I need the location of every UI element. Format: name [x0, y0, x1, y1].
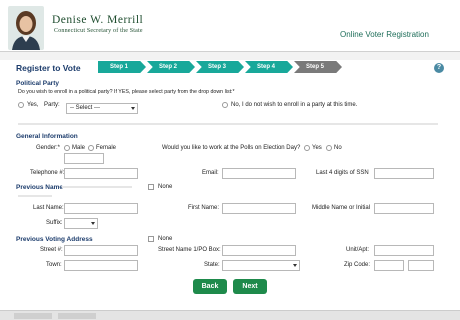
polls-question: Would you like to work at the Polls on E… [162, 145, 301, 151]
street-name-label: Street Name 1/PO Box: [158, 247, 221, 253]
polls-yes-label: Yes [312, 145, 322, 151]
party-no-label: No, I do not wish to enroll in a party a… [231, 102, 358, 108]
general-information-heading: General Information [16, 133, 78, 140]
party-select-value: -- Select --- [70, 105, 100, 111]
first-name-input[interactable] [222, 203, 296, 214]
telephone-label: Telephone #: [30, 170, 65, 176]
state-label: State: [204, 262, 220, 268]
footer-control-1[interactable] [14, 313, 52, 319]
ssn-label: Last 4 digits of SSN [316, 170, 369, 176]
party-yes-label: Yes, [27, 102, 39, 108]
browser-footer [0, 310, 460, 320]
back-button[interactable]: Back [193, 279, 227, 294]
party-label: Party: [44, 102, 60, 108]
zip-label: Zip Code: [344, 262, 371, 268]
official-portrait [8, 6, 44, 50]
email-label: Email: [202, 170, 219, 176]
political-party-heading: Political Party [16, 80, 59, 87]
party-yes-radio[interactable] [18, 102, 24, 108]
state-select[interactable] [222, 260, 300, 271]
chevron-down-icon [293, 264, 297, 267]
faded-hint-line-2 [18, 195, 52, 197]
street-name-input[interactable] [222, 245, 296, 256]
logo-name: Denise W. Merrill [52, 14, 144, 26]
next-button[interactable]: Next [233, 279, 267, 294]
polls-no-radio[interactable] [326, 145, 332, 151]
previous-name-heading: Previous Name [16, 184, 63, 191]
gender-label: Gender:* [36, 145, 61, 151]
street-number-input[interactable] [64, 245, 138, 256]
step-2: Step 2 [147, 61, 195, 73]
unit-label: Unit/Apt: [346, 247, 370, 253]
last-name-label: Last Name: [33, 205, 64, 211]
polls-no-label: No [334, 145, 342, 151]
gender-extra-field[interactable] [64, 153, 104, 164]
previous-address-none-label: None [158, 236, 173, 242]
email-input[interactable] [222, 168, 296, 179]
street-number-label: Street #: [40, 247, 63, 253]
app-title: Online Voter Registration [340, 30, 429, 39]
ssn-input[interactable] [374, 168, 434, 179]
faded-note-line [18, 123, 438, 125]
gender-male-label: Male [72, 145, 86, 151]
header-band [0, 52, 460, 60]
chevron-down-icon [91, 222, 95, 225]
suffix-label: Suffix: [46, 220, 63, 226]
step-5: Step 5 [294, 61, 342, 73]
step-3: Step 3 [196, 61, 244, 73]
page-title: Register to Vote [16, 63, 81, 73]
telephone-input[interactable] [64, 168, 138, 179]
party-no-radio[interactable] [222, 102, 228, 108]
logo-title: Connecticut Secretary of the State [54, 28, 143, 34]
zip-input[interactable] [374, 260, 404, 271]
gender-male-radio[interactable] [64, 145, 70, 151]
unit-input[interactable] [374, 245, 434, 256]
middle-name-input[interactable] [374, 203, 434, 214]
first-name-label: First Name: [188, 205, 220, 211]
step-progress: Step 1 Step 2 Step 3 Step 4 Step 5 [98, 61, 343, 73]
polls-yes-radio[interactable] [304, 145, 310, 151]
chevron-down-icon [131, 107, 135, 110]
footer-control-2[interactable] [58, 313, 96, 319]
middle-name-label: Middle Name or Initial [312, 205, 371, 211]
suffix-select[interactable] [64, 218, 98, 229]
last-name-input[interactable] [64, 203, 138, 214]
previous-name-none-checkbox[interactable] [148, 184, 154, 190]
help-icon[interactable]: ? [434, 63, 444, 73]
party-question: Do you wish to enroll in a political par… [18, 89, 235, 95]
previous-address-none-checkbox[interactable] [148, 236, 154, 242]
party-select[interactable]: -- Select --- [66, 103, 138, 114]
gender-female-radio[interactable] [88, 145, 94, 151]
town-label: Town: [46, 262, 62, 268]
gender-female-label: Female [96, 145, 117, 151]
faded-hint-line [62, 186, 132, 188]
previous-name-none-label: None [158, 184, 173, 190]
zip-extension-input[interactable] [408, 260, 434, 271]
town-input[interactable] [64, 260, 138, 271]
step-1: Step 1 [98, 61, 146, 73]
previous-address-heading: Previous Voting Address [16, 236, 93, 243]
step-4: Step 4 [245, 61, 293, 73]
site-header: Denise W. Merrill Connecticut Secretary … [0, 0, 460, 52]
